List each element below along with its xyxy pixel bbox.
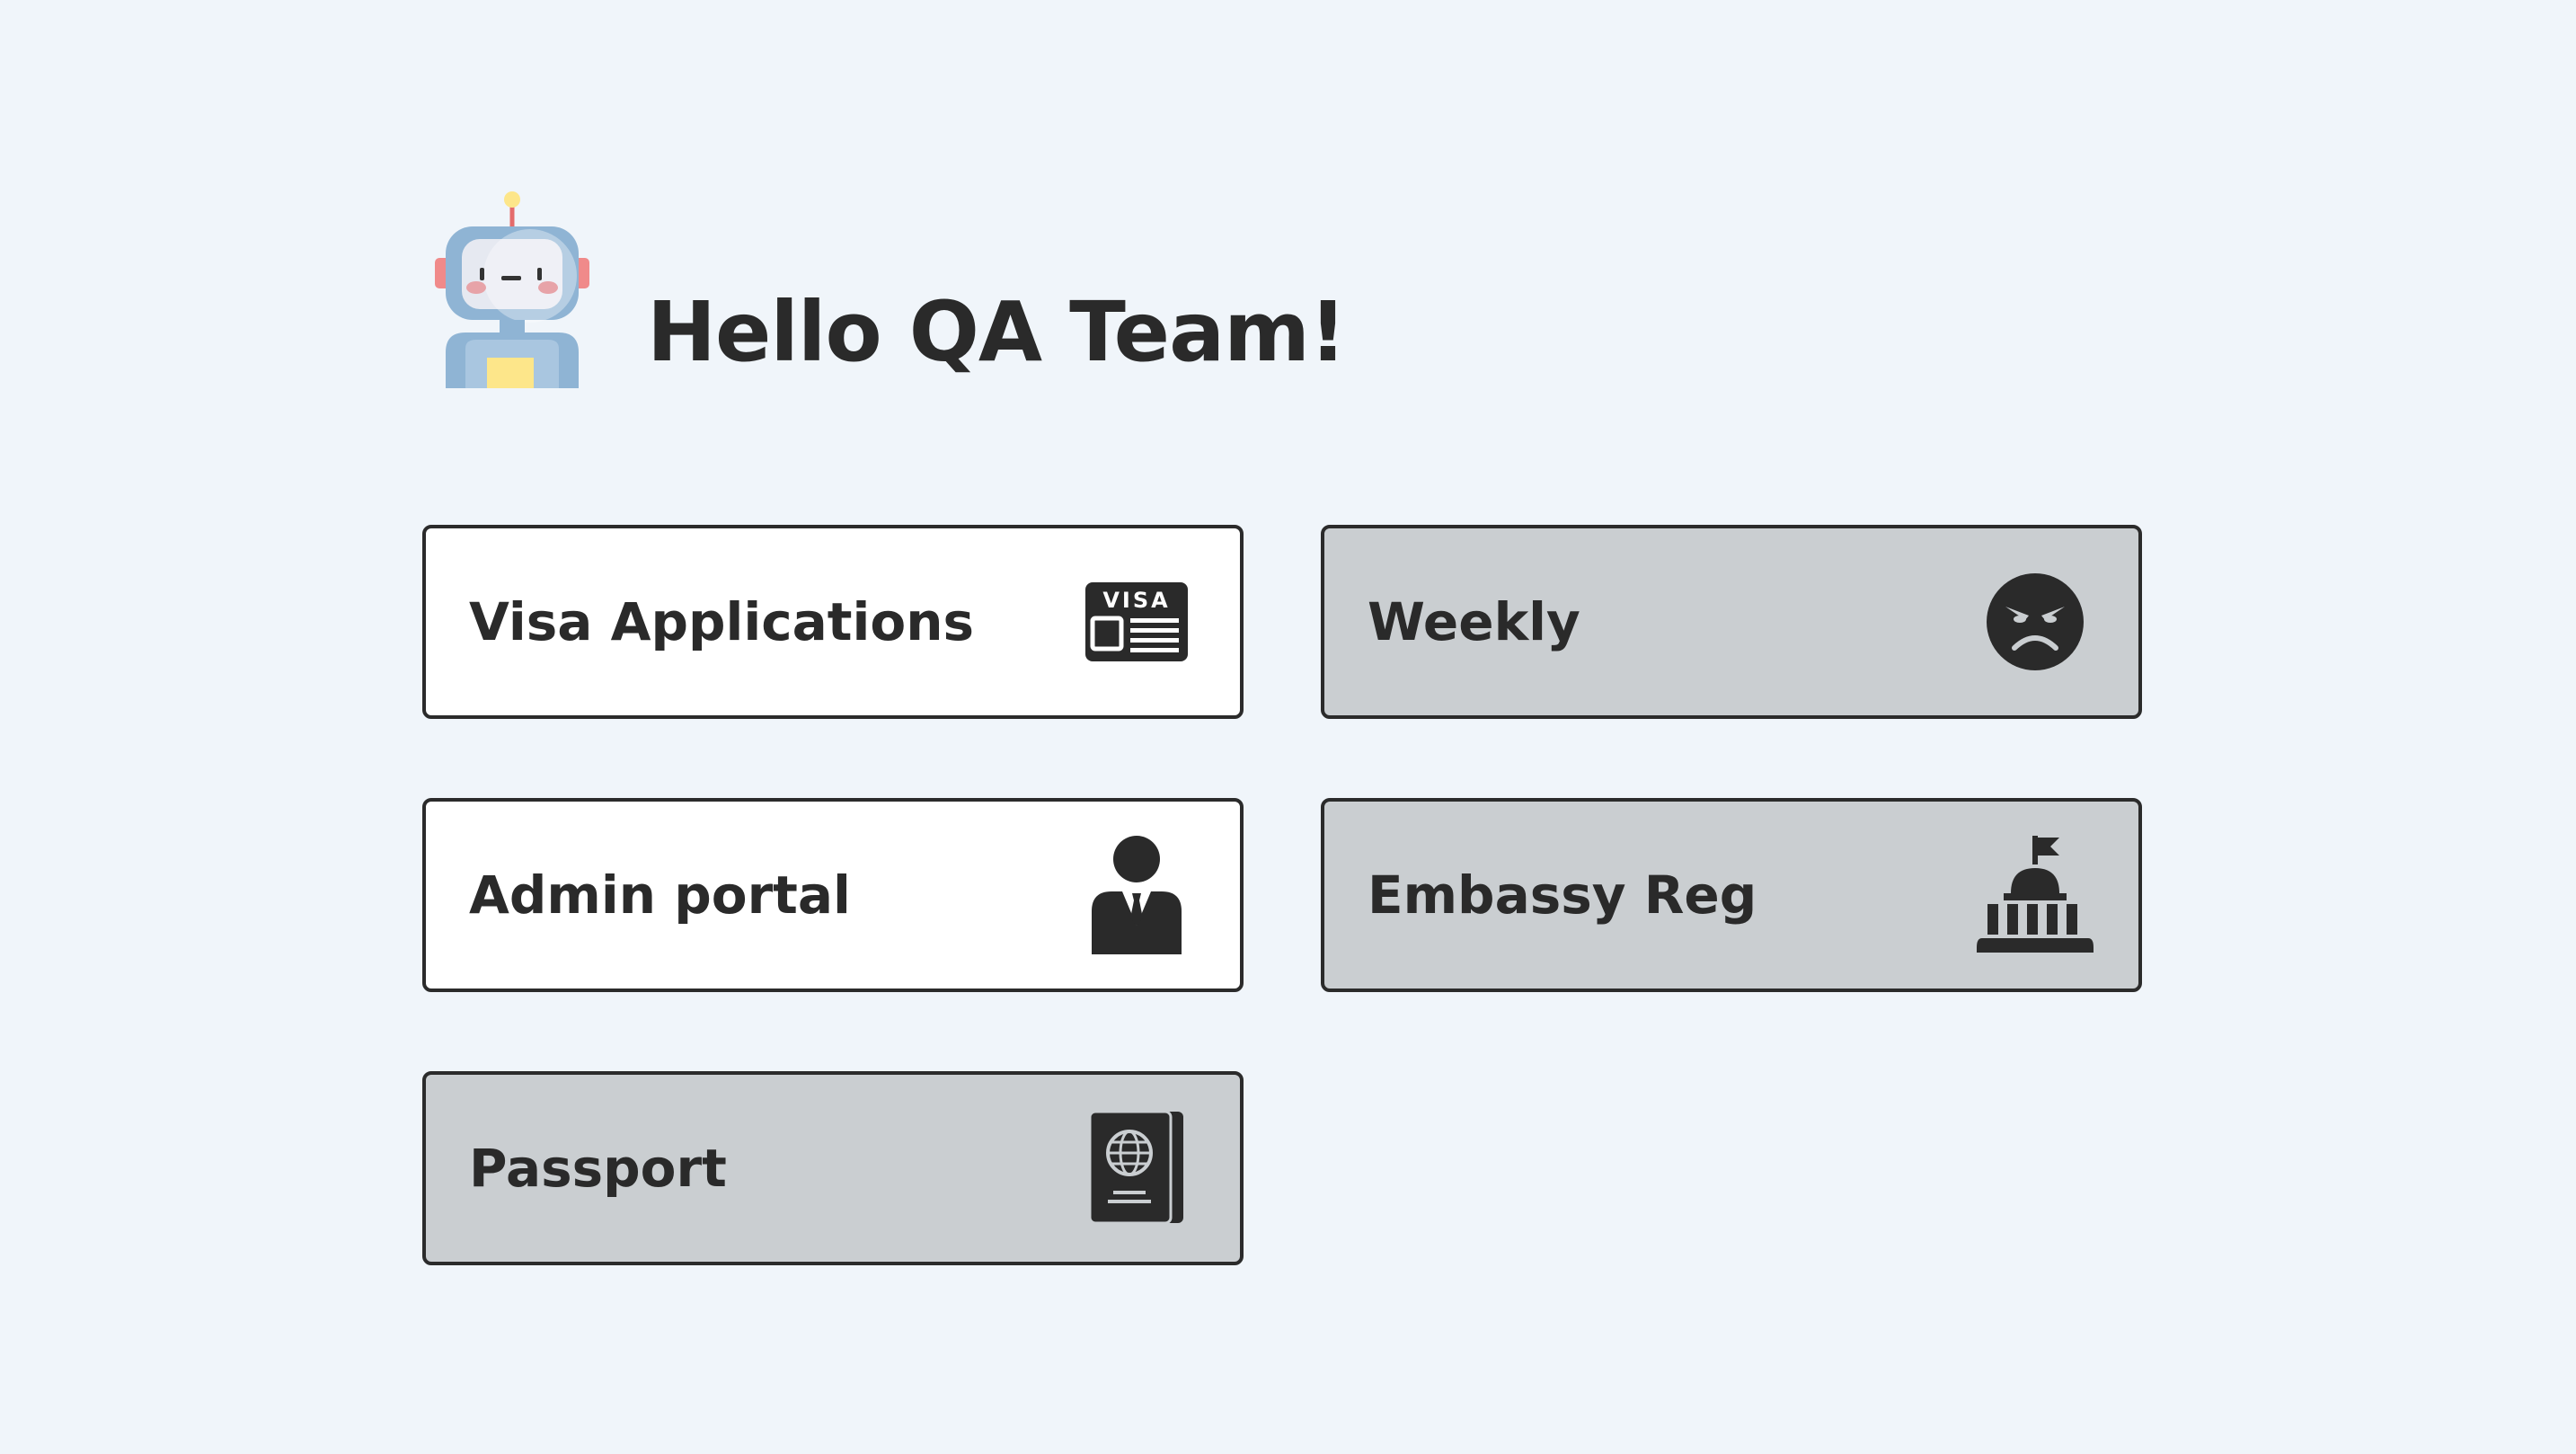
svg-text:VISA: VISA	[1102, 588, 1170, 613]
businessman-icon	[1078, 832, 1195, 958]
tile-visa-applications[interactable]: Visa Applications VISA	[422, 525, 1244, 719]
angry-face-icon	[1977, 559, 2094, 685]
page-title: Hello QA Team!	[647, 284, 1347, 380]
embassy-building-icon	[1977, 832, 2094, 958]
tile-embassy-reg[interactable]: Embassy Reg	[1321, 798, 2142, 992]
tile-label: Admin portal	[469, 864, 851, 926]
tile-label: Visa Applications	[469, 591, 975, 652]
robot-icon	[435, 191, 589, 388]
tile-passport[interactable]: Passport	[422, 1071, 1244, 1265]
tile-label: Embassy Reg	[1368, 864, 1757, 926]
tile-admin-portal[interactable]: Admin portal	[422, 798, 1244, 992]
passport-icon	[1078, 1105, 1195, 1231]
tile-weekly[interactable]: Weekly	[1321, 525, 2142, 719]
visa-card-icon: VISA	[1078, 559, 1195, 685]
tile-label: Weekly	[1368, 591, 1580, 652]
tile-label: Passport	[469, 1138, 727, 1199]
header: Hello QA Team!	[429, 191, 1347, 388]
